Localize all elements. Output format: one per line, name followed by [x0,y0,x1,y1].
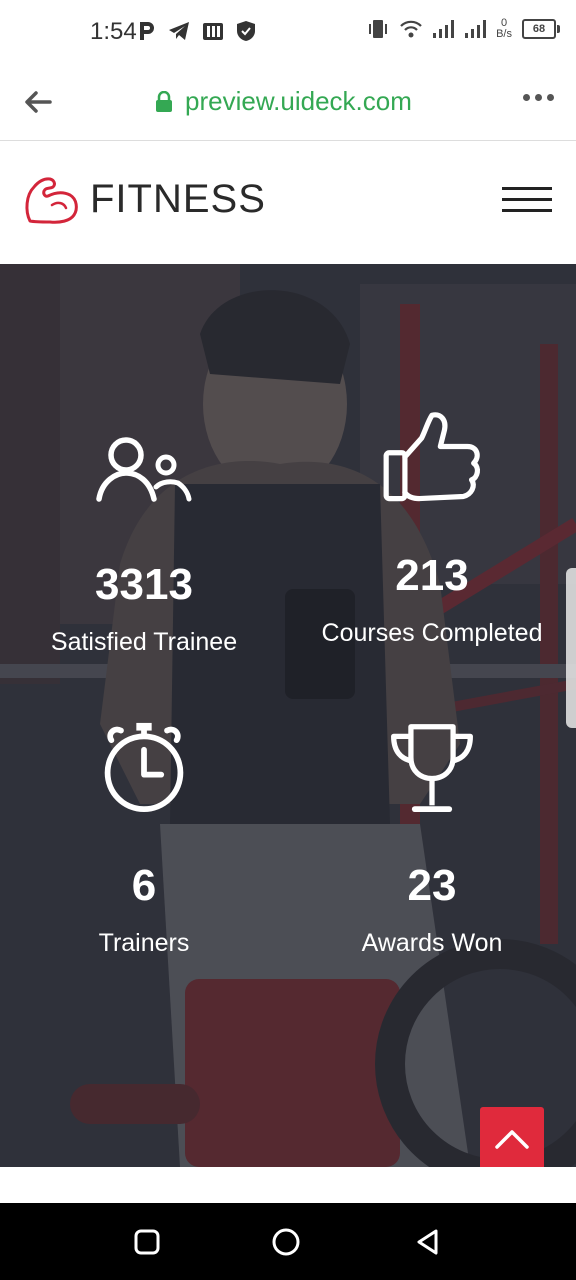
logo-text: FITNESS [90,176,266,221]
back-arrow-icon[interactable] [22,86,54,118]
scroll-to-top-button[interactable] [480,1107,544,1170]
shield-icon [237,21,255,41]
thumbs-up-icon [383,412,481,502]
home-icon[interactable] [271,1227,301,1257]
recent-apps-icon[interactable] [132,1227,162,1257]
stat-label: Trainers [98,929,190,957]
parking-app-icon [203,23,223,40]
stopwatch-icon [104,722,184,813]
url-text: preview.uideck.com [185,86,412,116]
trophy-icon [391,724,473,813]
notification-icons [138,20,256,42]
vibrate-icon [369,20,388,38]
stat-label: Satisfied Trainee [50,628,238,656]
dark-overlay [0,264,576,1167]
stat-satisfied-trainee: 3313 Satisfied Trainee [0,422,288,657]
system-navigation-bar [0,1203,576,1280]
hamburger-menu-icon[interactable] [502,187,552,217]
stat-courses-completed: 213 Courses Completed [288,409,576,648]
stat-value: 23 [407,861,457,910]
system-icons: 0 B/s 68 [366,18,560,40]
users-icon [96,437,192,502]
flexed-arm-icon [25,177,78,224]
telegram-icon [169,22,189,40]
site-logo[interactable]: FITNESS [22,173,266,225]
address-bar[interactable]: preview.uideck.com [155,86,412,117]
scrollbar-handle[interactable] [566,568,576,728]
stat-label: Courses Completed [321,619,543,647]
stat-trainers: 6 Trainers [0,719,288,958]
stat-value: 3313 [95,560,193,609]
lock-icon [156,90,172,112]
status-time: 1:54 [90,18,137,45]
signal-icon [433,20,455,38]
page-continuation [0,1167,576,1203]
chevron-up-icon [495,1129,529,1149]
stat-value: 6 [131,861,157,910]
wifi-icon [400,20,422,38]
browser-toolbar: preview.uideck.com [0,64,576,141]
net-speed-unit: B/s [496,28,512,40]
more-options-icon[interactable] [523,94,554,101]
status-bar: 1:54 0 B/s 68 [0,0,576,64]
battery-indicator: 68 [522,19,560,39]
stat-value: 213 [395,551,469,600]
net-speed: 0 B/s [496,18,512,40]
back-triangle-icon[interactable] [413,1227,443,1257]
parking-icon [140,22,154,40]
signal-icon-2 [465,20,487,38]
stat-awards-won: 23 Awards Won [288,719,576,958]
stat-label: Awards Won [361,929,503,957]
stats-section: 3313 Satisfied Trainee 213 Courses Compl… [0,264,576,1167]
site-header: FITNESS [0,141,576,264]
